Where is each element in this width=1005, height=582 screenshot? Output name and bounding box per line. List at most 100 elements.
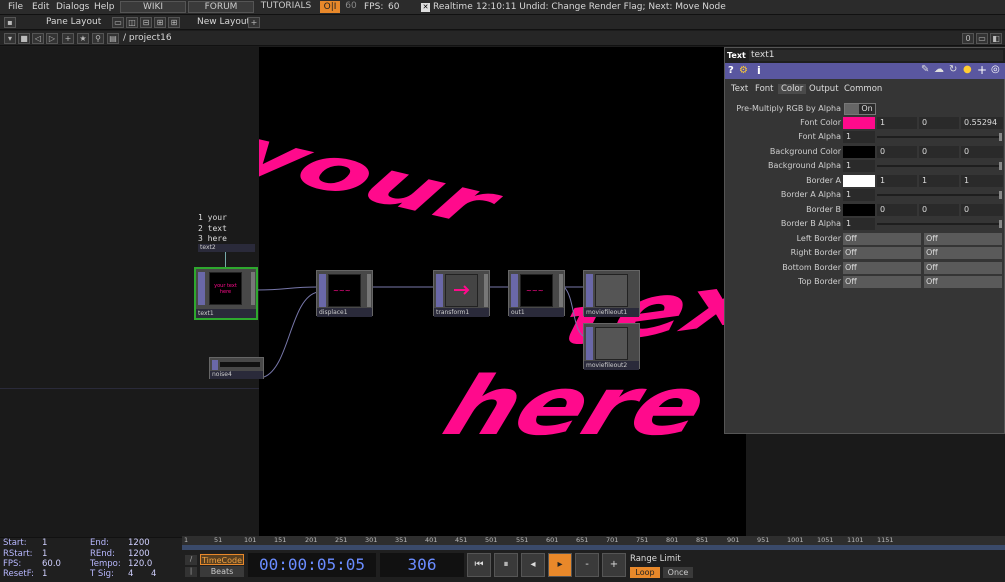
comment-icon[interactable]: ☁ (934, 64, 944, 75)
info-icon[interactable]: i (757, 64, 761, 77)
border-b-r[interactable]: 0 (877, 204, 917, 216)
layout-three-icon[interactable]: ⊞ (154, 17, 166, 28)
end-value[interactable]: 1200 (128, 538, 150, 548)
page-number[interactable]: 0 (962, 33, 974, 44)
layout-split-h-icon[interactable]: ⊟ (140, 17, 152, 28)
step-plus-icon[interactable]: + (602, 553, 626, 577)
node-flags[interactable] (586, 327, 593, 360)
step-minus-icon[interactable]: - (575, 553, 599, 577)
step-back-icon[interactable]: ◂ (521, 553, 545, 577)
border-a-r[interactable]: 1 (877, 175, 917, 187)
menu-help[interactable]: Help (94, 2, 115, 12)
top-border-b-select[interactable]: Off (924, 276, 1002, 288)
realtime-checkbox[interactable]: ✕ (421, 3, 430, 12)
add-icon[interactable]: + (62, 33, 74, 44)
pencil-icon[interactable]: ✎ (921, 64, 929, 75)
add-param-icon[interactable]: + (977, 63, 987, 77)
border-a-alpha-slider[interactable] (877, 194, 999, 196)
menu-edit[interactable]: Edit (32, 2, 49, 12)
border-a-swatch[interactable] (843, 175, 875, 187)
timecode-display[interactable]: 00:00:05:05 (248, 553, 376, 577)
node-flags[interactable] (511, 274, 518, 307)
node-flags[interactable] (198, 272, 205, 305)
beats-button[interactable]: Beats (200, 566, 244, 577)
font-alpha-field[interactable]: 1 (843, 131, 875, 143)
slider-handle[interactable] (999, 133, 1002, 141)
tab-font[interactable]: Font (755, 84, 774, 94)
node-noise4[interactable]: noise4 (209, 357, 264, 379)
tab-output[interactable]: Output (809, 84, 839, 94)
pause-icon[interactable]: ⏸ (494, 553, 518, 577)
refresh-icon[interactable]: ↻ (949, 64, 957, 75)
once-button[interactable]: Once (663, 567, 693, 578)
node-output[interactable] (484, 274, 488, 307)
border-a-b[interactable]: 1 (961, 175, 1003, 187)
border-a-alpha-field[interactable]: 1 (843, 189, 875, 201)
tempo-value[interactable]: 120.0 (128, 559, 152, 569)
node-text1[interactable]: your text here text1 (194, 267, 258, 320)
pane-layout-label[interactable]: Pane Layout (46, 17, 101, 27)
palette-icon[interactable]: ● (963, 64, 972, 75)
left-border-a-select[interactable]: Off (843, 233, 921, 245)
border-b-g[interactable]: 0 (919, 204, 959, 216)
settings-icon[interactable]: ◎ (991, 64, 1000, 75)
bg-color-g[interactable]: 0 (919, 146, 959, 158)
tsig-numerator[interactable]: 4 (128, 569, 133, 579)
menu-dialogs[interactable]: Dialogs (56, 2, 89, 12)
slider-handle[interactable] (999, 162, 1002, 170)
left-border-b-select[interactable]: Off (924, 233, 1002, 245)
font-color-b[interactable]: 0.55294 (961, 117, 1003, 129)
bg-color-b[interactable]: 0 (961, 146, 1003, 158)
stop-icon[interactable]: ■ (18, 33, 30, 44)
folder-icon[interactable]: ▤ (107, 33, 119, 44)
star-icon[interactable]: ★ (77, 33, 89, 44)
font-alpha-slider[interactable] (877, 136, 999, 138)
top-border-a-select[interactable]: Off (843, 276, 921, 288)
node-flags[interactable] (586, 274, 593, 307)
frame-display[interactable]: 306 (380, 553, 464, 577)
node-output[interactable] (559, 274, 563, 307)
toggle-premultiply[interactable]: On (844, 103, 876, 115)
tsig-denominator[interactable]: 4 (151, 569, 156, 579)
border-b-alpha-field[interactable]: 1 (843, 218, 875, 230)
timecode-button[interactable]: TimeCode (200, 554, 244, 565)
tutorials-button[interactable]: TUTORIALS (256, 1, 316, 13)
font-color-r[interactable]: 1 (877, 117, 917, 129)
timeline-ruler[interactable]: 1 51 101 151 201 251 301 351 401 451 501 551 601 651 7… (182, 536, 1005, 545)
right-border-a-select[interactable]: Off (843, 247, 921, 259)
node-out1[interactable]: ~~~ out1 (508, 270, 565, 317)
bg-color-r[interactable]: 0 (877, 146, 917, 158)
dropdown-icon[interactable]: ▾ (4, 33, 16, 44)
search-icon[interactable]: ⚲ (92, 33, 104, 44)
right-border-b-select[interactable]: Off (924, 247, 1002, 259)
border-b-swatch[interactable] (843, 204, 875, 216)
node-transform1[interactable]: transform1 (433, 270, 490, 317)
slider-handle[interactable] (999, 191, 1002, 199)
timecode-mode-icon[interactable]: / (185, 555, 197, 565)
rewind-icon[interactable]: ⏮ (467, 553, 491, 577)
border-b-b[interactable]: 0 (961, 204, 1003, 216)
oi-button[interactable]: O|I (320, 1, 340, 13)
tab-text[interactable]: Text (731, 84, 748, 94)
resetf-value[interactable]: 1 (42, 569, 47, 579)
font-color-swatch[interactable] (843, 117, 875, 129)
bg-color-swatch[interactable] (843, 146, 875, 158)
breadcrumb-path[interactable]: / project16 (123, 33, 172, 43)
play-icon[interactable]: ▸ (548, 553, 572, 577)
node-output[interactable] (367, 274, 371, 307)
close-pane-icon[interactable]: ◧ (990, 33, 1002, 44)
back-icon[interactable]: ◁ (32, 33, 44, 44)
node-flags[interactable] (436, 274, 443, 307)
node-displace1[interactable]: ~~~ displace1 (316, 270, 373, 317)
bg-alpha-field[interactable]: 1 (843, 160, 875, 172)
timeline-range[interactable] (182, 545, 1005, 550)
help-icon[interactable]: ? (728, 65, 734, 76)
forward-icon[interactable]: ▷ (46, 33, 58, 44)
tab-color[interactable]: Color (778, 84, 807, 94)
expand-icon[interactable]: ▭ (976, 33, 988, 44)
font-color-g[interactable]: 0 (919, 117, 959, 129)
layout-four-icon[interactable]: ⊞ (168, 17, 180, 28)
forum-button[interactable]: FORUM (188, 1, 254, 13)
border-b-alpha-slider[interactable] (877, 223, 999, 225)
node-moviefileout2[interactable]: moviefileout2 (583, 323, 640, 370)
